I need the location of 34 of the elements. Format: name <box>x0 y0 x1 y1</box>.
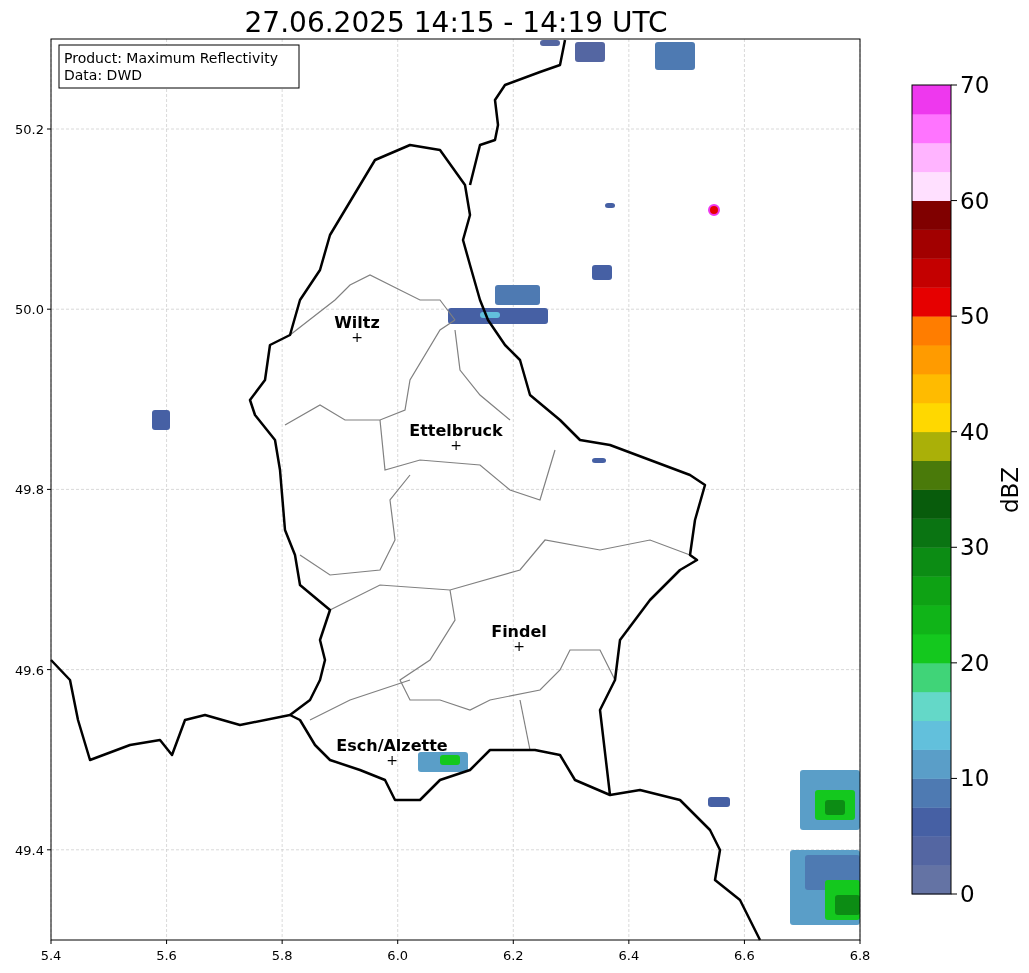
x-tick-label: 5.6 <box>156 948 177 963</box>
colorbar-label: dBZ <box>997 466 1023 514</box>
city-marker: + <box>351 329 363 345</box>
y-tick-label: 49.4 <box>15 842 44 858</box>
city-label: Wiltz <box>334 313 380 332</box>
chart-title: 27.06.2025 14:15 - 14:19 UTC <box>244 6 668 39</box>
x-tick-label: 6.6 <box>734 948 755 963</box>
colorbar-tick-label: 50 <box>960 303 990 330</box>
colorbar-tick-label: 20 <box>960 649 990 676</box>
colorbar-tick-label: 30 <box>960 534 990 561</box>
radar-echo-dot <box>708 204 720 216</box>
colorbar-tick-label: 10 <box>960 765 990 792</box>
y-tick-label: 49.6 <box>15 662 44 678</box>
y-tick-label: 49.8 <box>15 482 44 498</box>
city-label: Esch/Alzette <box>336 736 448 755</box>
city-marker: + <box>450 437 462 453</box>
colorbar-tick-label: 70 <box>960 72 990 98</box>
y-tick-label: 50.2 <box>15 122 44 137</box>
x-tick-label: 5.4 <box>40 948 62 963</box>
x-tick-label: 6.0 <box>387 948 409 963</box>
info-text: Product: Maximum Reflectivity <box>64 50 278 66</box>
colorbar-tick-label: 60 <box>960 187 990 214</box>
info-text: Data: DWD <box>64 67 142 83</box>
city-label: Findel <box>491 622 547 641</box>
city-label: Ettelbruck <box>409 421 503 440</box>
colorbar-tick-label: 0 <box>960 881 975 907</box>
x-tick-label: 6.2 <box>502 948 524 963</box>
city-marker: + <box>513 638 525 654</box>
x-tick-label: 6.8 <box>849 948 871 963</box>
x-tick-label: 5.8 <box>271 948 293 963</box>
x-tick-label: 6.4 <box>618 948 640 963</box>
y-tick-label: 50.0 <box>15 302 44 318</box>
colorbar-tick-label: 40 <box>960 418 990 445</box>
city-marker: + <box>386 752 398 768</box>
